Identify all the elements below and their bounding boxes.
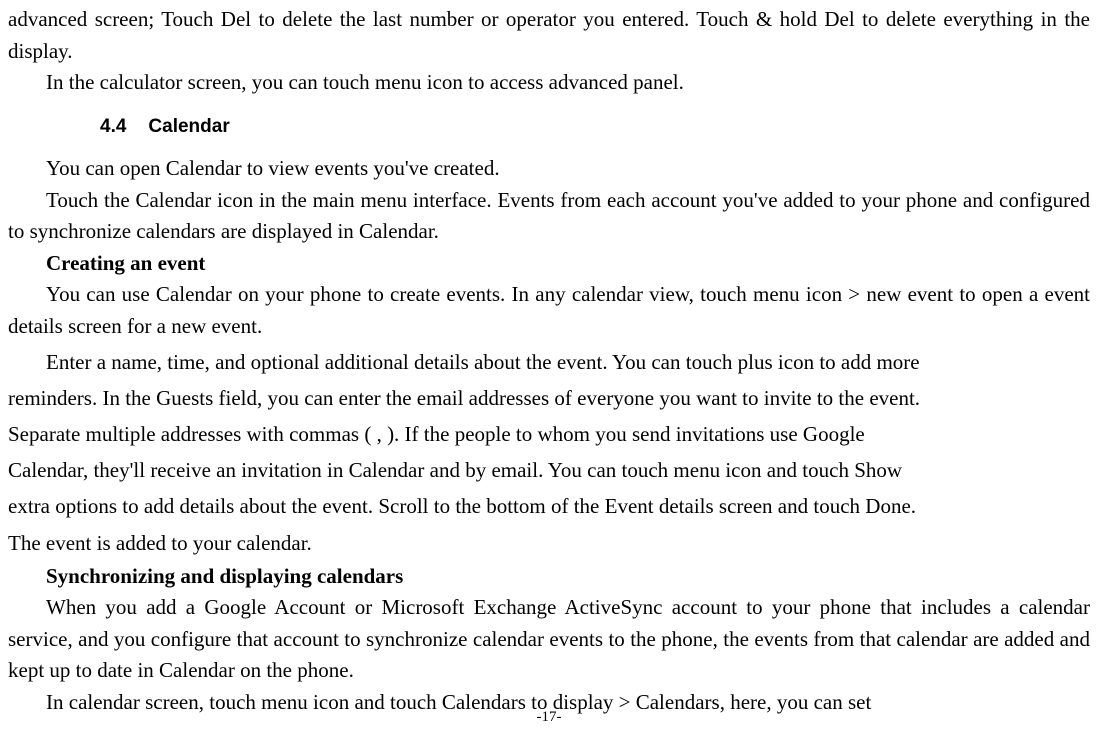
section-title: Calendar: [148, 116, 229, 137]
paragraph-event-details-a: Enter a name, time, and optional additio…: [8, 344, 1090, 380]
paragraph-create-event: You can use Calendar on your phone to cr…: [8, 279, 1090, 342]
subheading-sync-calendars: Synchronizing and displaying calendars: [8, 561, 1090, 593]
paragraph-sync-calendars: When you add a Google Account or Microso…: [8, 592, 1090, 687]
paragraph-event-details-c: Separate multiple addresses with commas …: [8, 416, 1090, 452]
paragraph-event-details-f: The event is added to your calendar.: [8, 525, 1090, 561]
paragraph-event-details-b: reminders. In the Guests field, you can …: [8, 380, 1090, 416]
subheading-creating-event: Creating an event: [8, 248, 1090, 280]
paragraph-event-details-d: Calendar, they'll receive an invitation …: [8, 452, 1090, 488]
page-number: -17-: [0, 706, 1098, 729]
paragraph-calendar-icon: Touch the Calendar icon in the main menu…: [8, 185, 1090, 248]
paragraph-calculator-menu: In the calculator screen, you can touch …: [8, 67, 1090, 99]
paragraph-calendar-open: You can open Calendar to view events you…: [8, 153, 1090, 185]
section-number: 4.4: [100, 113, 126, 142]
section-heading-calendar: 4.4 Calendar: [100, 113, 1090, 142]
paragraph-calculator-del: advanced screen; Touch Del to delete the…: [8, 4, 1090, 67]
paragraph-event-details-e: extra options to add details about the e…: [8, 488, 1090, 524]
